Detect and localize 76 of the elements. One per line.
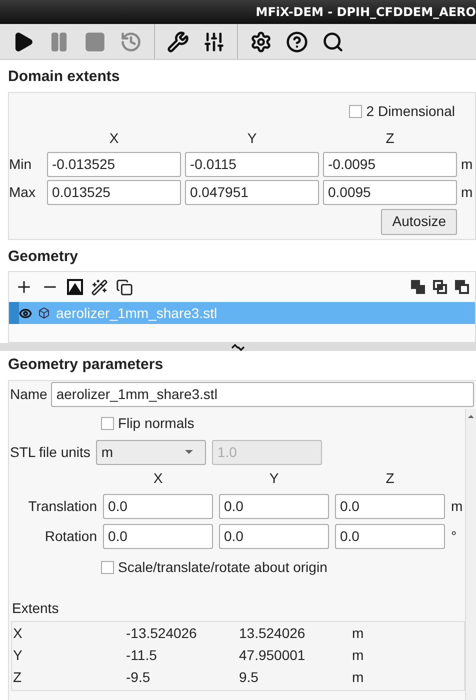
field-label: STL file units [9, 442, 90, 462]
input-field[interactable]: 0.0 [219, 524, 329, 548]
checkbox[interactable] [101, 560, 114, 574]
units-dropdown[interactable]: m [96, 440, 206, 464]
wrench-icon [167, 30, 189, 52]
autosize-button[interactable]: Autosize [381, 208, 457, 234]
column-header: X [152, 468, 164, 488]
splitter-handle[interactable] [0, 343, 476, 351]
unit-label: m [461, 182, 474, 202]
checkbox-label: Scale/translate/rotate about origin [118, 558, 328, 577]
scroll-up-icon[interactable] [468, 414, 474, 418]
column-header: Y [246, 128, 258, 148]
row-label: Translation [27, 496, 97, 516]
section-title: Geometry parameters [7, 355, 164, 375]
add-icon[interactable] [15, 278, 33, 296]
wand-icon[interactable] [91, 278, 108, 296]
input-field[interactable]: 0.0 [335, 494, 445, 518]
column-header: X [108, 128, 120, 148]
table-cell-text: Y [12, 646, 24, 665]
unit-label: m [461, 154, 474, 174]
input-field[interactable]: 0.0095 [323, 180, 457, 204]
table-cell-text: m [351, 624, 365, 643]
window-title: MFiX-DEM - DPIH_CFDDEM_AERO [256, 4, 476, 21]
difference-icon[interactable] [455, 280, 469, 294]
reset-icon [120, 30, 142, 52]
sliders-icon [203, 30, 225, 52]
table-cell-text: m [351, 668, 365, 687]
caret-icon [185, 450, 194, 454]
table-cell-text: X [12, 624, 24, 643]
table-cell-text: Z [12, 668, 23, 687]
table-cell-text: -9.5 [125, 668, 152, 687]
input-field[interactable]: 0.013525 [47, 180, 181, 204]
stop-icon [84, 30, 106, 52]
union-icon[interactable] [411, 280, 425, 294]
column-header: Z [384, 128, 396, 148]
input-field[interactable]: 0.0 [103, 524, 213, 548]
input-field[interactable]: -0.0115 [185, 152, 319, 176]
input-field[interactable]: 0.0 [219, 494, 329, 518]
checkbox-label: 2 Dimensional [366, 102, 455, 120]
input-field[interactable]: 0.0 [335, 524, 445, 548]
field-label: Name [9, 385, 48, 404]
table-cell-text: -13.524026 [125, 624, 198, 643]
copy-icon[interactable] [116, 278, 133, 296]
search-icon [322, 30, 344, 52]
row-label: Rotation [44, 526, 97, 546]
checkbox[interactable] [349, 104, 362, 118]
mesh-icon [38, 307, 50, 319]
contrast-icon[interactable] [67, 279, 83, 295]
item-label: aerolizer_1mm_share3.stl [56, 304, 218, 323]
help-icon [286, 30, 308, 52]
section-title: Geometry [7, 246, 80, 266]
extents-title: Extents [11, 598, 60, 618]
table-cell-text: 47.950001 [238, 646, 306, 665]
collapse-icon[interactable] [231, 344, 245, 350]
table-cell-text: 9.5 [238, 668, 260, 687]
checkbox[interactable] [101, 416, 114, 430]
scrollbar[interactable] [465, 408, 476, 700]
unit-label: ° [451, 526, 458, 546]
row-label: Min [9, 154, 33, 174]
input-field[interactable]: 0.0 [103, 494, 213, 518]
table-cell-text: -11.5 [125, 646, 158, 665]
eye-icon[interactable] [19, 306, 32, 320]
input-field[interactable]: -0.013525 [47, 152, 181, 176]
table-cell-text: 13.524026 [238, 624, 306, 643]
column-header: Y [268, 468, 280, 488]
table-cell-text: m [351, 646, 365, 665]
row-label: Max [9, 182, 36, 202]
input-field[interactable]: 0.047951 [185, 180, 319, 204]
checkbox-label: Flip normals [118, 414, 194, 433]
column-header: Z [384, 468, 396, 488]
settings-icon [250, 30, 272, 52]
input-field[interactable]: aerolizer_1mm_share3.stl [51, 382, 474, 407]
intersect-icon[interactable] [433, 280, 447, 294]
unit-label: m [451, 496, 464, 516]
input-field[interactable]: -0.0095 [323, 152, 457, 176]
section-title: Domain extents [7, 67, 121, 87]
